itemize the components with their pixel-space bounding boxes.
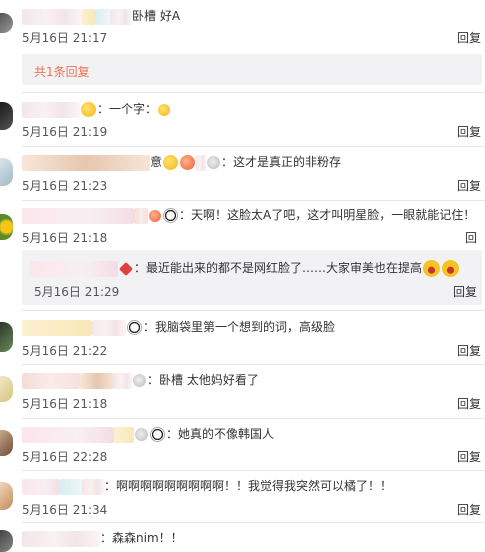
username-fragment: 意 (150, 155, 163, 169)
heart-emoji-icon (149, 209, 161, 222)
comment-item: ：她真的不像韩国人 5月16日 22:28 回复 (0, 420, 485, 472)
avatar[interactable] (0, 430, 13, 456)
username-blurred[interactable] (22, 426, 114, 443)
medal-icon (133, 374, 146, 387)
reply-summary-panel (22, 54, 482, 85)
medal-icon (207, 156, 221, 169)
comment-item: ：卧槽 太他妈好看了 5月16日 21:18 回复 (0, 366, 485, 418)
timestamp: 5月16日 21:18 (22, 231, 108, 245)
comment-item: ：一个字： 5月16日 21:19 回复 (0, 96, 485, 146)
timestamp: 5月16日 21:29 (34, 285, 120, 299)
username-blurred[interactable] (22, 372, 80, 389)
avatar[interactable] (0, 482, 13, 510)
comment-item: ：啊啊啊啊啊啊啊啊啊！！我觉得我突然可以橘了！！ 5月16日 21:34 回复 (0, 472, 485, 524)
reply-button[interactable]: 回复 (457, 29, 481, 46)
divider (22, 310, 485, 311)
comment-text: ：森森nim！！ (100, 531, 183, 545)
comment-text: ：天啊！这脸太A了吧，这才叫明星脸，一眼就能记住！ (179, 208, 476, 222)
username-blurred[interactable] (22, 154, 150, 171)
comment-item: 卧槽 好A 5月16日 21:17 回复 共1条回复 (0, 0, 485, 90)
comment-text: ：啊啊啊啊啊啊啊啊啊！！我觉得我突然可以橘了！！ (104, 479, 393, 493)
reply-button[interactable]: 回复 (457, 177, 481, 194)
avatar[interactable] (0, 376, 13, 402)
avatar[interactable] (0, 530, 13, 552)
comment-text: ：这才是真正的非粉存 (221, 155, 342, 169)
divider (22, 418, 485, 419)
username-blurred[interactable] (22, 478, 60, 495)
timestamp: 5月16日 21:19 (22, 125, 108, 139)
username-blurred[interactable] (30, 260, 118, 277)
avatar[interactable] (0, 322, 13, 352)
reply-button[interactable]: 回复 (457, 448, 481, 465)
avatar[interactable] (0, 214, 13, 240)
comment-text: ：一个字： (97, 102, 158, 116)
comment-text: ：卧槽 太他妈好看了 (147, 373, 259, 387)
heart-emoji-icon (180, 155, 196, 170)
avatar[interactable] (0, 102, 13, 130)
username-blurred[interactable] (22, 207, 134, 224)
comment-item: ：森森nim！！ (0, 524, 485, 552)
sub-reply-text: ：最近能出来的都不是网红脸了……大家审美也在提高 (134, 261, 423, 275)
comment-item: ：天啊！这脸太A了吧，这才叫明星脸，一眼就能记住！ 5月16日 21:18 回 … (0, 204, 485, 314)
username-blurred[interactable] (22, 530, 100, 547)
reply-button[interactable]: 回复 (457, 395, 481, 412)
laugh-emoji-icon (423, 260, 441, 277)
divider (22, 470, 485, 471)
comment-text: ：她真的不像韩国人 (166, 427, 275, 441)
comment-text: ：我脑袋里第一个想到的词，高级脸 (143, 320, 336, 334)
red-badge-icon (118, 261, 134, 276)
smile-emoji-icon (158, 103, 171, 116)
comment-item: 意 ：这才是真正的非粉存 5月16日 21:23 回复 (0, 150, 485, 200)
view-replies-link[interactable]: 共1条回复 (34, 63, 90, 80)
panda-emoji-icon (163, 208, 178, 223)
divider (22, 364, 485, 365)
reply-button[interactable]: 回复 (457, 501, 481, 518)
panda-emoji-icon (127, 320, 142, 335)
timestamp: 5月16日 22:28 (22, 450, 108, 464)
reply-button[interactable]: 回复 (457, 342, 481, 359)
comment-text: 卧槽 好A (132, 9, 181, 23)
medal-icon (135, 428, 148, 441)
timestamp: 5月16日 21:23 (22, 179, 108, 193)
timestamp: 5月16日 21:22 (22, 344, 108, 358)
reply-button[interactable]: 回复 (453, 283, 477, 300)
reply-button[interactable]: 回复 (457, 123, 481, 140)
crown-badge-icon (81, 102, 96, 117)
avatar[interactable] (0, 158, 13, 186)
reply-button[interactable]: 回 (465, 229, 477, 246)
panda-emoji-icon (150, 427, 165, 442)
divider (22, 92, 485, 93)
comment-item: ：我脑袋里第一个想到的词，高级脸 5月16日 21:22 回复 (0, 314, 485, 366)
laugh-emoji-icon (442, 260, 460, 277)
divider (22, 200, 485, 201)
username-blurred[interactable] (22, 319, 92, 336)
crown-badge-icon (163, 155, 179, 170)
username-blurred[interactable] (22, 101, 80, 118)
divider (22, 146, 485, 147)
avatar[interactable] (0, 13, 13, 33)
timestamp: 5月16日 21:17 (22, 31, 108, 45)
divider (22, 522, 485, 523)
timestamp: 5月16日 21:34 (22, 503, 108, 517)
timestamp: 5月16日 21:18 (22, 397, 108, 411)
username-blurred[interactable] (22, 8, 82, 25)
